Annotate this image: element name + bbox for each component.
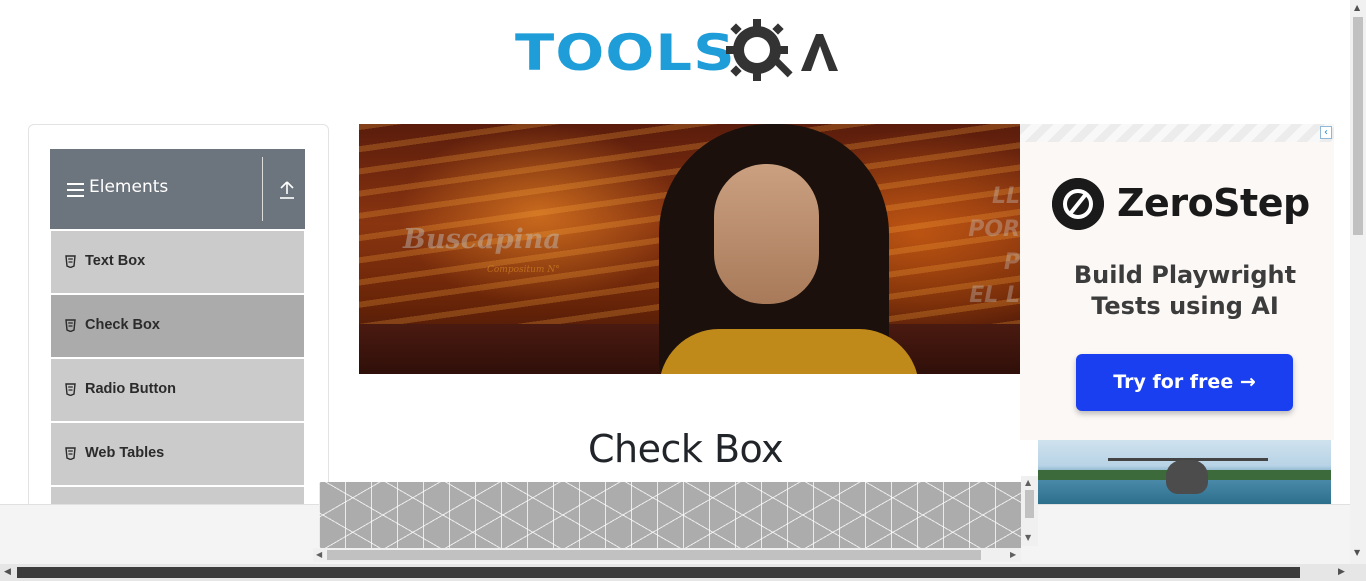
sidebar-item-next[interactable] xyxy=(51,487,304,504)
ad-vertical-scrollbar[interactable]: ▲ ▼ xyxy=(1021,476,1038,546)
scroll-left-icon[interactable]: ◀ xyxy=(316,550,322,560)
zerostep-logo-icon xyxy=(1052,178,1104,230)
sidebar-item-label: Check Box xyxy=(85,317,160,333)
scroll-down-icon[interactable]: ▼ xyxy=(1354,548,1360,557)
upload-icon[interactable] xyxy=(278,180,296,200)
ad-person-face xyxy=(714,164,819,304)
document-icon xyxy=(65,383,76,396)
sidebar-item-label: Radio Button xyxy=(85,381,177,397)
ad-side-line: LL xyxy=(991,184,1020,209)
document-icon xyxy=(65,319,76,332)
zerostep-tagline: Build Playwright Tests using AI xyxy=(1020,260,1334,322)
group-divider xyxy=(262,157,263,221)
window-vertical-scroll-thumb[interactable] xyxy=(1353,17,1363,235)
ad-horizontal-scrollbar[interactable]: ◀ ▶ xyxy=(313,548,1021,562)
scroll-left-icon[interactable]: ◀ xyxy=(4,567,11,578)
try-for-free-button[interactable]: Try for free → xyxy=(1076,354,1293,411)
ad-person-shirt xyxy=(659,329,919,374)
heli-body xyxy=(1166,460,1208,494)
elements-group-header[interactable]: Elements xyxy=(50,149,305,229)
window-vertical-scrollbar[interactable]: ▲ ▼ xyxy=(1350,0,1366,564)
tagline-line: Build Playwright xyxy=(1073,261,1297,289)
document-icon xyxy=(65,255,76,268)
scroll-up-icon[interactable]: ▲ xyxy=(1354,3,1360,12)
window-horizontal-scroll-thumb[interactable] xyxy=(17,567,1300,578)
sidebar-item-text-box[interactable]: Text Box xyxy=(51,231,304,293)
sidebar-item-web-tables[interactable]: Web Tables xyxy=(51,423,304,485)
ad-choices-icon[interactable]: ‹ xyxy=(1320,126,1332,139)
ad-top-band xyxy=(1020,124,1334,142)
bottom-banner-ad[interactable] xyxy=(319,482,1021,548)
menu-icon xyxy=(67,183,84,197)
tagline-line: Tests using AI xyxy=(1091,292,1279,320)
sidebar-item-check-box[interactable]: Check Box xyxy=(51,295,304,357)
page: TOOLS Elements Text Box Check Box Radio … xyxy=(0,0,1366,581)
page-title: Check Box xyxy=(588,427,784,471)
ad-brand-subtext: Compositum N° xyxy=(487,265,560,275)
site-logo[interactable]: TOOLS xyxy=(515,14,838,92)
logo-text: TOOLS xyxy=(515,24,736,82)
ad-vertical-scroll-thumb[interactable] xyxy=(1025,490,1034,518)
right-ad[interactable]: ‹ ZeroStep Build Playwright Tests using … xyxy=(1020,124,1334,504)
logo-gear-qa-icon xyxy=(726,19,838,81)
group-title: Elements xyxy=(89,177,169,197)
ad-side-line: P xyxy=(1003,250,1020,275)
ad-side-text: LL POR P EL L xyxy=(960,180,1020,312)
scroll-right-icon[interactable]: ▶ xyxy=(1338,567,1345,578)
window-horizontal-scrollbar[interactable]: ◀ ▶ xyxy=(0,564,1366,581)
ad-side-line: EL L xyxy=(969,283,1020,308)
ad-brand-text: Buscapina xyxy=(403,224,561,255)
sidebar-item-label: Web Tables xyxy=(85,445,165,461)
scroll-down-icon[interactable]: ▼ xyxy=(1025,534,1031,542)
scroll-right-icon[interactable]: ▶ xyxy=(1010,550,1016,560)
ad-side-line: POR xyxy=(968,217,1020,242)
sidebar-item-radio-button[interactable]: Radio Button xyxy=(51,359,304,421)
scroll-up-icon[interactable]: ▲ xyxy=(1025,479,1031,487)
ad-horizontal-scroll-thumb[interactable] xyxy=(327,550,981,560)
video-ad[interactable]: Buscapina Compositum N° LL POR P EL L xyxy=(359,124,1020,374)
sidebar-item-label: Text Box xyxy=(85,253,146,269)
zerostep-ad-card[interactable]: ZeroStep Build Playwright Tests using AI… xyxy=(1020,142,1334,440)
zerostep-brand-name: ZeroStep xyxy=(1117,181,1310,225)
helicopter-ad-image[interactable] xyxy=(1038,440,1331,504)
document-icon xyxy=(65,447,76,460)
